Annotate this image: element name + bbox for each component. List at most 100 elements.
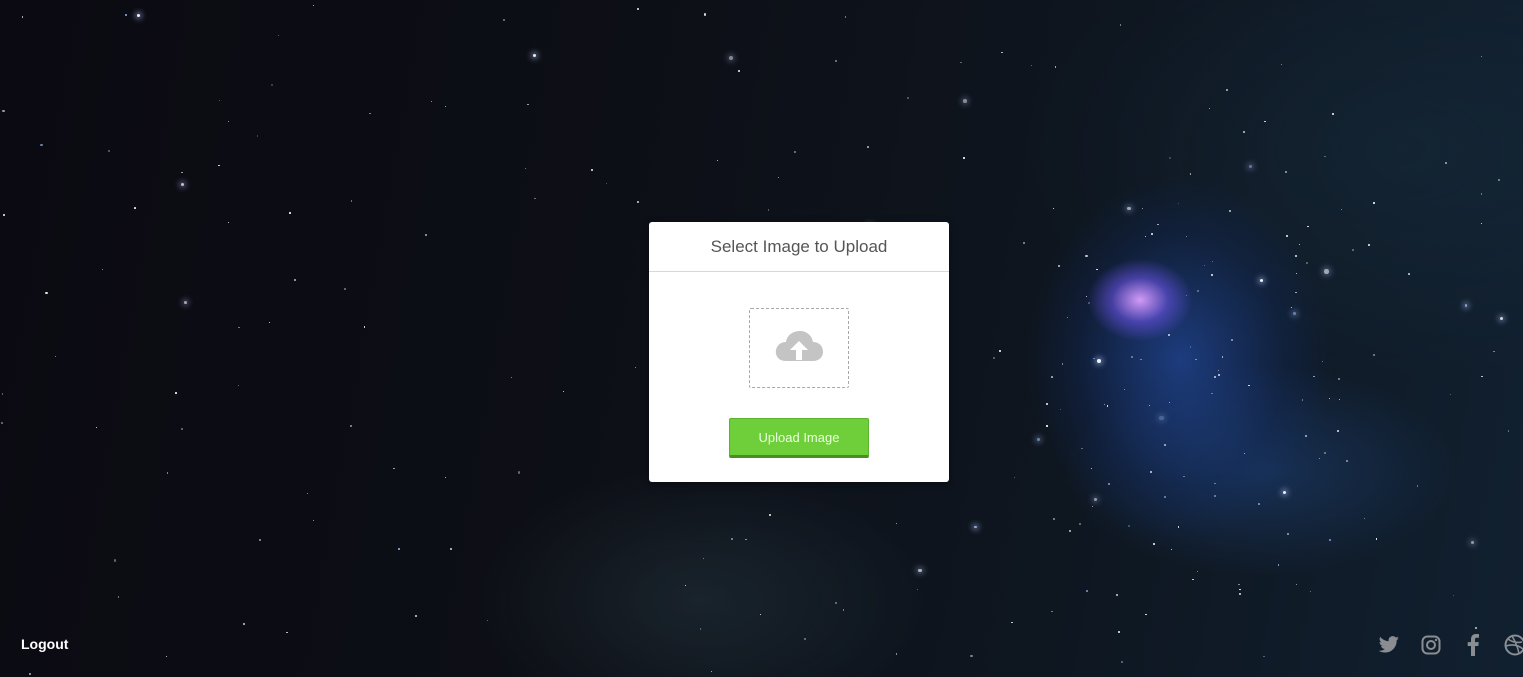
star [1189,345,1192,348]
star [256,135,259,137]
star [289,212,291,214]
star [703,13,706,16]
star [312,4,315,7]
star [1298,243,1301,246]
star [1346,460,1349,463]
star [745,538,747,541]
star [533,53,537,57]
cloud-upload-icon [774,329,824,368]
star [992,356,995,359]
star [1191,578,1194,581]
star [1107,483,1110,486]
star [1121,661,1124,664]
star [1059,408,1062,411]
star [700,628,702,630]
star [1284,170,1288,174]
star [1081,447,1083,450]
star [1324,452,1326,455]
star [1453,594,1455,597]
star [1262,655,1265,658]
star [369,112,371,114]
star [1295,255,1298,258]
star [1295,272,1297,274]
instagram-icon[interactable] [1419,633,1443,657]
star [124,14,127,17]
star [350,200,352,202]
star [1290,306,1292,308]
star [737,70,740,73]
image-dropzone[interactable] [749,308,849,388]
star [1217,369,1219,371]
upload-image-button[interactable]: Upload Image [729,418,869,458]
star [759,613,762,616]
logout-link[interactable]: Logout [21,636,68,652]
star [1091,467,1093,469]
star [45,291,48,295]
star [1167,333,1170,336]
star [711,670,713,672]
star [1499,317,1504,321]
star [1375,538,1377,540]
star [134,206,137,209]
star [794,151,797,154]
star [1296,584,1298,586]
star [1258,503,1260,505]
star [181,171,183,173]
star [1079,522,1082,525]
star [414,614,417,617]
star [1328,397,1330,399]
star [1243,453,1245,455]
star [286,631,288,634]
star [1313,375,1315,378]
star [1131,356,1134,359]
star [269,322,271,324]
star [685,584,687,586]
star [2,213,5,216]
star [974,525,977,529]
twitter-icon[interactable] [1377,633,1401,657]
star [1363,517,1365,519]
star [1178,203,1180,205]
star [1183,476,1185,478]
star [1085,255,1088,258]
star [1185,236,1188,238]
star [1120,24,1122,26]
star [2,110,5,113]
star [1218,373,1221,376]
star [29,672,32,676]
star [312,519,315,522]
star [218,164,220,166]
star [180,182,185,187]
star [1302,399,1304,401]
star [907,97,910,99]
star [1226,89,1228,91]
star [1168,401,1171,403]
star [1058,264,1060,267]
star [1287,533,1290,536]
star [1163,443,1166,446]
star [21,15,24,18]
star [54,355,56,358]
dribbble-icon[interactable] [1503,633,1523,657]
star [350,425,353,428]
star [1189,172,1192,175]
star [1149,471,1152,474]
star [835,602,837,604]
star [294,279,297,282]
star [1052,517,1055,520]
star [1197,290,1200,293]
star [95,426,98,429]
star [1091,505,1094,507]
star [1050,376,1053,378]
star [1068,530,1071,533]
star [867,145,870,148]
star [1449,393,1451,395]
facebook-icon[interactable] [1461,633,1485,657]
star [562,390,565,393]
star [1243,131,1246,134]
star [363,326,365,328]
star [1116,593,1119,596]
star [1507,430,1510,432]
star [1001,51,1003,54]
star [1085,295,1087,297]
